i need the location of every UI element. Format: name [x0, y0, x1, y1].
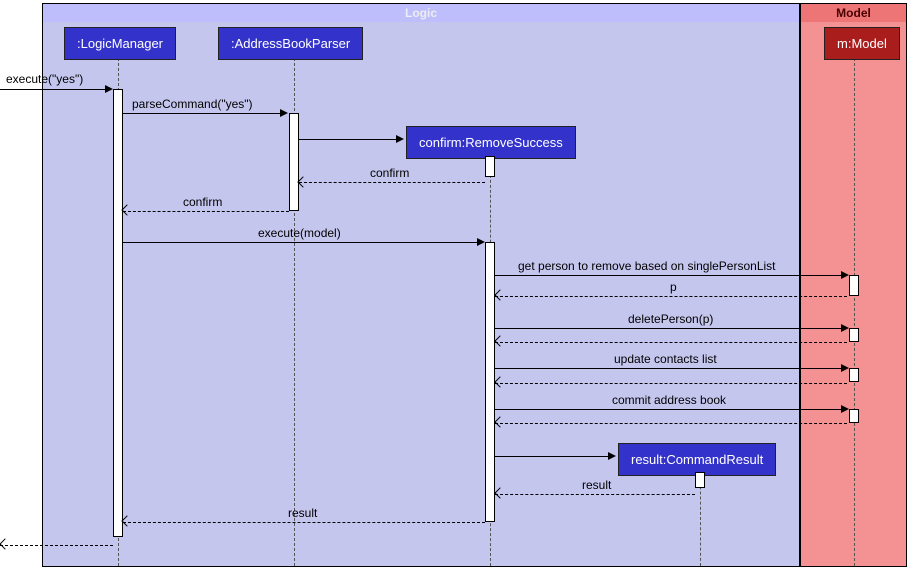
arrowhead-getperson — [841, 271, 849, 279]
arrowhead-final-return — [0, 538, 11, 549]
activation-logicmanager — [113, 89, 123, 537]
activation-model-3 — [849, 368, 859, 382]
msg-confirm1: confirm — [370, 166, 409, 180]
logic-group: Logic — [42, 3, 800, 567]
parser-participant: :AddressBookParser — [218, 27, 363, 60]
msg-getperson: get person to remove based on singlePers… — [518, 259, 776, 273]
arrow-p — [495, 296, 847, 297]
arrow-commit — [495, 409, 847, 410]
msg-result2: result — [288, 506, 317, 520]
activation-commandresult — [695, 472, 705, 488]
arrow-parsecommand — [123, 113, 285, 114]
arrowhead-commit — [841, 405, 849, 413]
msg-parsecommand: parseCommand("yes") — [132, 97, 253, 111]
msg-executemodel: execute(model) — [258, 226, 341, 240]
activation-model-2 — [849, 328, 859, 342]
arrowhead-execute-yes — [105, 85, 113, 93]
arrow-result2 — [123, 522, 485, 523]
arrowhead-create-cmdresult — [608, 452, 616, 460]
activation-model-1 — [849, 275, 859, 296]
model-participant: m:Model — [824, 27, 900, 60]
msg-deleteperson: deletePerson(p) — [628, 312, 713, 326]
arrow-final-return — [0, 545, 113, 546]
model-group-header: Model — [801, 4, 906, 22]
msg-p: p — [670, 280, 677, 294]
arrow-updatecontacts-ret — [495, 383, 847, 384]
removesuccess-participant: confirm:RemoveSuccess — [406, 126, 576, 159]
msg-commit: commit address book — [612, 393, 726, 407]
logic-group-header: Logic — [43, 4, 799, 22]
lifeline-model — [854, 53, 855, 566]
sequence-diagram: Logic Model :LogicManager :AddressBookPa… — [0, 0, 911, 570]
arrowhead-executemodel — [477, 238, 485, 246]
arrow-commit-ret — [495, 423, 847, 424]
arrow-result1 — [495, 494, 695, 495]
arrow-create-cmdresult — [495, 456, 613, 457]
msg-execute-yes: execute("yes") — [6, 72, 83, 86]
arrow-deleteperson — [495, 328, 847, 329]
logicmanager-participant: :LogicManager — [64, 27, 176, 60]
arrow-create-removesuccess — [299, 139, 401, 140]
arrow-updatecontacts — [495, 368, 847, 369]
arrow-confirm2 — [123, 211, 289, 212]
arrow-confirm1 — [299, 182, 485, 183]
arrow-getperson — [495, 275, 847, 276]
arrowhead-create-removesuccess — [396, 135, 404, 143]
activation-model-4 — [849, 409, 859, 423]
msg-updatecontacts: update contacts list — [614, 352, 717, 366]
arrowhead-deleteperson — [841, 324, 849, 332]
arrow-deleteperson-ret — [495, 342, 847, 343]
arrow-execute-yes — [0, 89, 108, 90]
arrowhead-parsecommand — [280, 109, 288, 117]
msg-confirm2: confirm — [183, 195, 222, 209]
activation-removesuccess-1 — [485, 156, 495, 177]
arrow-executemodel — [123, 242, 483, 243]
msg-result1: result — [582, 478, 611, 492]
arrowhead-updatecontacts — [841, 364, 849, 372]
activation-parser — [289, 113, 299, 211]
